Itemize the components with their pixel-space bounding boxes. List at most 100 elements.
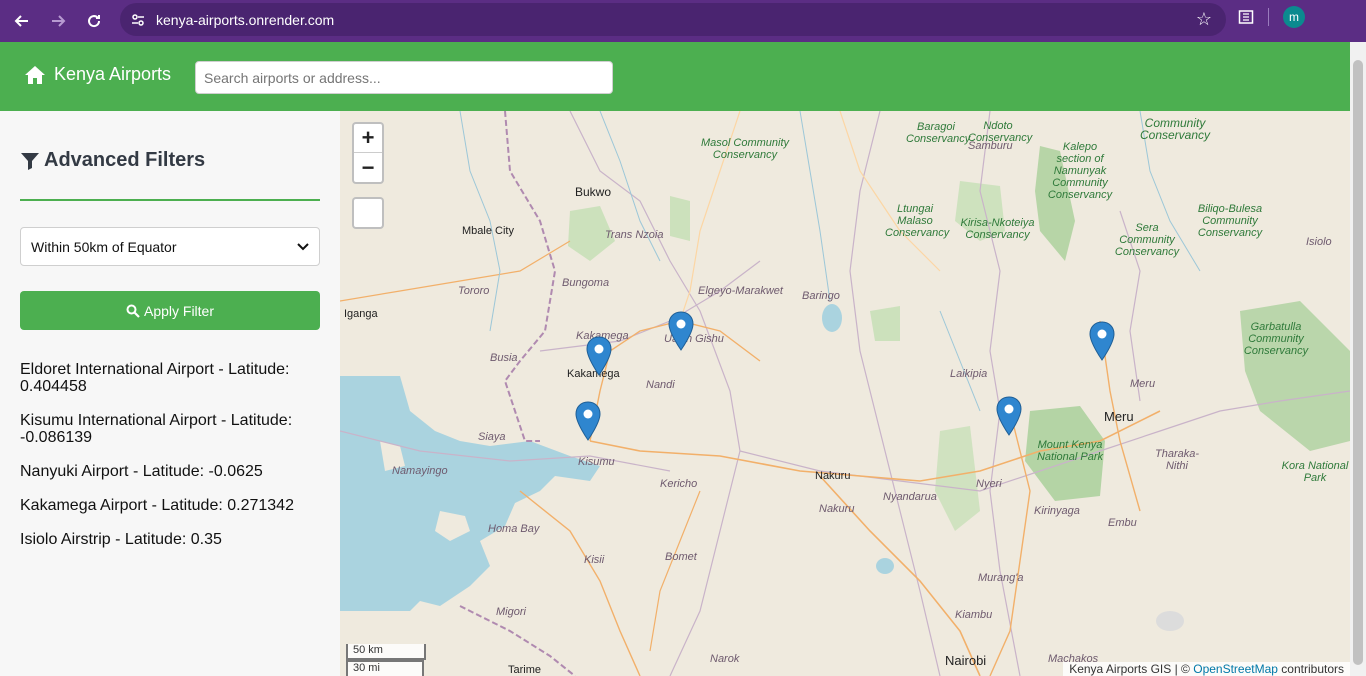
- map-label-ndoto: Ndoto Conservancy: [968, 120, 1033, 144]
- map-label-mount-kenya: Mount Kenya National Park: [1036, 439, 1104, 463]
- scale-km: 50 km: [346, 644, 426, 660]
- filter-icon: [21, 152, 39, 170]
- map-label-homa-bay: Homa Bay: [488, 523, 540, 535]
- reload-icon: [88, 15, 101, 28]
- heading-divider: [20, 199, 320, 201]
- reload-button[interactable]: [76, 3, 112, 39]
- site-settings-icon[interactable]: [120, 12, 156, 28]
- map-label-siaya: Siaya: [478, 431, 506, 443]
- map-label-trans-nzoia: Trans Nzoia: [605, 229, 664, 241]
- brand-title: Kenya Airports: [54, 64, 172, 84]
- app-header: Kenya Airports: [0, 42, 1366, 111]
- osm-link[interactable]: OpenStreetMap: [1193, 662, 1278, 676]
- profile-avatar[interactable]: m: [1283, 6, 1305, 28]
- brand-link[interactable]: Kenya Airports: [24, 64, 171, 85]
- map-attribution: Kenya Airports GIS | © OpenStreetMap con…: [1063, 662, 1350, 676]
- map-label-nakuru-town: Nakuru: [815, 470, 851, 482]
- browser-toolbar: kenya-airports.onrender.com ☆ m: [0, 0, 1366, 42]
- map-label-nyeri: Nyeri: [976, 478, 1002, 490]
- map-label-isiolo: Isiolo: [1306, 236, 1332, 248]
- zoom-out-button[interactable]: −: [354, 153, 382, 182]
- zoom-in-button[interactable]: +: [354, 124, 382, 153]
- arrow-left-icon: [14, 15, 28, 27]
- arrow-right-icon: [52, 15, 66, 27]
- map-label-sera: Sera Community Conservancy: [1114, 222, 1180, 258]
- map-label-embu: Embu: [1108, 517, 1137, 529]
- reading-list-icon[interactable]: [1238, 9, 1254, 25]
- map-label-nakuru-county: Nakuru: [819, 503, 855, 515]
- map-label-nyandarua: Nyandarua: [883, 491, 937, 503]
- search-icon: [126, 304, 140, 318]
- filter-select[interactable]: Within 50km of Equator: [20, 227, 320, 266]
- url-text: kenya-airports.onrender.com: [156, 11, 335, 28]
- map-label-kiambu: Kiambu: [955, 609, 993, 621]
- map-label-ltungai: Ltungai Malaso Conservancy: [885, 203, 950, 239]
- attribution-prefix: Kenya Airports GIS | ©: [1069, 662, 1190, 676]
- map-label-biliqo: Biliqo-Bulesa Community Conservancy: [1197, 203, 1263, 239]
- apply-filter-label: Apply Filter: [143, 302, 215, 319]
- scale-mi: 30 mi: [346, 660, 424, 676]
- airport-marker-isiolo[interactable]: [1089, 321, 1115, 361]
- list-item: Kakamega Airport - Latitude: 0.271342: [20, 497, 294, 514]
- map-label-masol: Masol Community Conservancy: [700, 137, 790, 161]
- map-label-namayingo: Namayingo: [392, 465, 448, 477]
- airport-marker-nanyuki[interactable]: [996, 396, 1022, 436]
- list-item: Kisumu International Airport - Latitude:…: [20, 412, 293, 446]
- search-input[interactable]: [195, 61, 613, 94]
- forward-button[interactable]: [40, 3, 76, 39]
- map-canvas[interactable]: Bukwo Mbale City Trans Nzoia Tororo Bung…: [340, 111, 1350, 676]
- map-label-busia: Busia: [490, 352, 518, 364]
- map-label-tarime: Tarime: [508, 664, 542, 676]
- map-label-baringo: Baringo: [802, 290, 840, 302]
- map-label-bukwo: Bukwo: [575, 185, 612, 199]
- map-label-migori: Migori: [496, 606, 526, 618]
- filter-selected-value: Within 50km of Equator: [31, 238, 177, 255]
- airport-marker-kisumu[interactable]: [575, 401, 601, 441]
- map-label-meru-town: Meru: [1104, 409, 1134, 424]
- chevron-down-icon: [297, 242, 309, 250]
- map-label-elgeyo: Elgeyo-Marakwet: [698, 285, 783, 297]
- layer-control-button[interactable]: [352, 197, 384, 229]
- filters-heading: Advanced Filters: [20, 149, 205, 172]
- map-label-muranga: Murang'a: [978, 572, 1024, 584]
- results-list: Eldoret International Airport - Latitude…: [20, 361, 320, 565]
- scrollbar-thumb[interactable]: [1353, 60, 1363, 665]
- page-scrollbar[interactable]: [1350, 42, 1366, 676]
- map-label-kisii: Kisii: [584, 554, 605, 566]
- map-label-kirisa: Kirisa-Nkoteiya Conservancy: [960, 217, 1035, 241]
- map-label-kisumu: Kisumu: [578, 456, 615, 468]
- attribution-suffix: contributors: [1281, 662, 1344, 676]
- list-item: Nanyuki Airport - Latitude: -0.0625: [20, 463, 263, 480]
- map-label-meru-county: Meru: [1130, 378, 1156, 390]
- map-label-kalepo: Kalepo section of Namunyak Community Con…: [1047, 141, 1113, 201]
- map-label-nandi: Nandi: [646, 379, 675, 391]
- scale-bar: 50 km 30 mi: [346, 644, 426, 676]
- address-bar[interactable]: kenya-airports.onrender.com ☆: [120, 3, 1226, 36]
- map-label-garbatulla: Garbatulla Community Conservancy: [1243, 321, 1309, 357]
- airport-marker-eldoret[interactable]: [668, 311, 694, 351]
- zoom-control: + −: [352, 122, 384, 184]
- map-label-nairobi: Nairobi: [945, 653, 987, 668]
- map-tiles: [340, 111, 1350, 676]
- airport-marker-kakamega[interactable]: [586, 336, 612, 376]
- map-label-community-top: Community Conservancy: [1139, 116, 1211, 142]
- map-label-kericho: Kericho: [660, 478, 698, 490]
- map-label-tharaka: Tharaka-Nithi: [1154, 448, 1200, 472]
- map-label-laikipia: Laikipia: [950, 368, 988, 380]
- map-label-iganga: Iganga: [344, 308, 378, 320]
- back-button[interactable]: [4, 3, 40, 39]
- home-icon: [25, 65, 45, 84]
- map-label-mbale: Mbale City: [462, 225, 514, 237]
- map-label-bungoma: Bungoma: [562, 277, 610, 289]
- map-label-kora: Kora National Park: [1281, 460, 1349, 484]
- filters-title-text: Advanced Filters: [44, 149, 206, 171]
- map-label-kirinyaga: Kirinyaga: [1034, 505, 1080, 517]
- map-label-narok: Narok: [710, 653, 740, 665]
- toolbar-divider: [1268, 8, 1269, 26]
- bookmark-star-icon[interactable]: ☆: [1196, 9, 1212, 30]
- list-item: Isiolo Airstrip - Latitude: 0.35: [20, 531, 222, 548]
- map-label-tororo: Tororo: [458, 285, 490, 297]
- apply-filter-button[interactable]: Apply Filter: [20, 291, 320, 330]
- map-label-bomet: Bomet: [665, 551, 697, 563]
- sidebar: Advanced Filters Within 50km of Equator …: [0, 111, 340, 676]
